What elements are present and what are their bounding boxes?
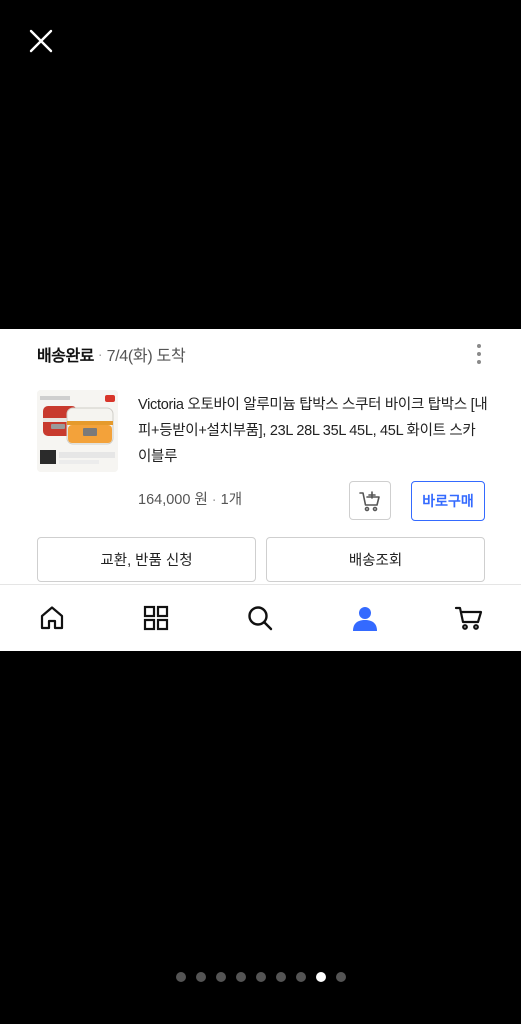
nav-search[interactable]: [230, 588, 290, 648]
page-dot[interactable]: [215, 972, 226, 982]
screenshot-image: 배송완료 · 7/4(화) 도착 Victoria 오토바이 알루미늄 탑박스 …: [0, 329, 521, 651]
page-dot[interactable]: [275, 972, 286, 982]
track-delivery-button[interactable]: 배송조회: [266, 537, 485, 582]
nav-categories[interactable]: [126, 588, 186, 648]
delivery-status: 배송완료: [37, 348, 94, 365]
header-separator: ·: [97, 346, 103, 362]
search-icon: [248, 606, 273, 631]
cart-add-icon: [359, 490, 380, 511]
nav-my[interactable]: [335, 588, 395, 648]
page-dot[interactable]: [295, 972, 306, 982]
page-dot[interactable]: [195, 972, 206, 982]
price-separator: ·: [211, 492, 217, 508]
grid-icon: [144, 605, 169, 631]
page-dot[interactable]: [175, 972, 186, 982]
cart-icon: [454, 606, 482, 630]
page-dot[interactable]: [315, 972, 326, 982]
page-dot[interactable]: [255, 972, 266, 982]
close-icon: [29, 29, 53, 53]
bottom-navigation: [0, 584, 521, 651]
page-indicator: [0, 971, 521, 983]
product-price: 164,000 원: [138, 492, 208, 508]
add-to-cart-button[interactable]: [349, 481, 391, 520]
exchange-return-button[interactable]: 교환, 반품 신청: [37, 537, 256, 582]
home-icon: [40, 606, 64, 630]
price-row: 164,000 원 · 1개: [138, 488, 242, 509]
image-viewer: 배송완료 · 7/4(화) 도착 Victoria 오토바이 알루미늄 탑박스 …: [0, 0, 521, 1024]
arrival-date: 7/4(화) 도착: [106, 348, 186, 365]
nav-home[interactable]: [22, 588, 82, 648]
user-icon: [352, 607, 377, 631]
page-dot[interactable]: [235, 972, 246, 982]
more-vertical-icon: [477, 344, 481, 348]
close-button[interactable]: [22, 22, 60, 60]
more-options-button[interactable]: [466, 341, 492, 367]
product-thumbnail[interactable]: [37, 390, 118, 472]
product-title[interactable]: Victoria 오토바이 알루미늄 탑박스 스쿠터 바이크 탑박스 [내피+등…: [138, 392, 488, 470]
product-image: [37, 390, 118, 472]
buy-now-button[interactable]: 바로구매: [411, 481, 485, 521]
order-header: 배송완료 · 7/4(화) 도착: [37, 341, 484, 367]
product-quantity: 1개: [220, 492, 243, 508]
nav-cart[interactable]: [439, 588, 499, 648]
page-dot[interactable]: [335, 972, 346, 982]
